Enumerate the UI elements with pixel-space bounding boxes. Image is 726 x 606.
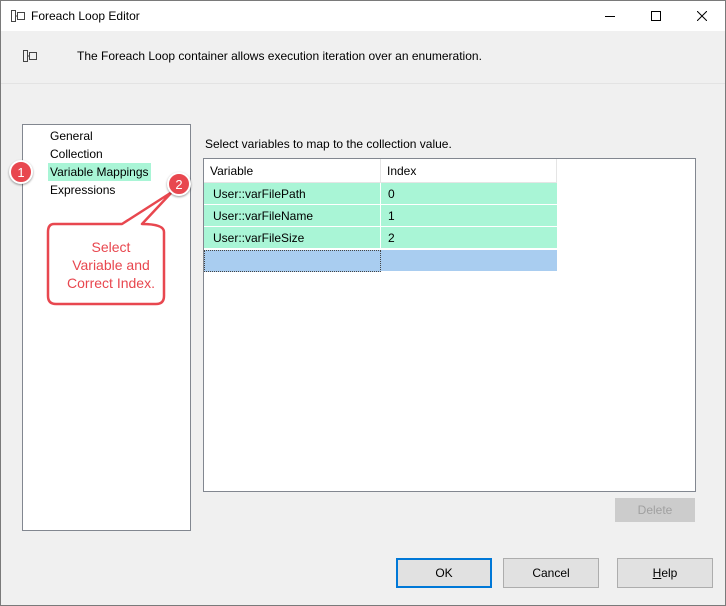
table-row[interactable]: User::varFileSize 2 xyxy=(204,227,557,249)
index-cell[interactable]: 0 xyxy=(381,183,557,205)
variable-cell[interactable]: User::varFileSize xyxy=(204,227,381,249)
maximize-button[interactable] xyxy=(633,1,679,31)
column-header-index[interactable]: Index xyxy=(381,159,557,183)
callout-text: Select Variable and Correct Index. xyxy=(54,238,168,292)
callout-line-2: Variable and xyxy=(72,257,150,273)
column-header-variable[interactable]: Variable xyxy=(204,159,381,183)
maximize-icon xyxy=(651,11,661,21)
minimize-button[interactable] xyxy=(587,1,633,31)
foreach-loop-icon xyxy=(11,10,25,22)
step-badge-2: 2 xyxy=(167,172,191,196)
close-button[interactable] xyxy=(679,1,725,31)
index-cell[interactable]: 2 xyxy=(381,227,557,249)
index-cell[interactable]: 1 xyxy=(381,205,557,227)
nav-item-variable-mappings[interactable]: Variable Mappings xyxy=(48,163,151,181)
help-label: elp xyxy=(661,566,678,580)
nav-item-general[interactable]: General xyxy=(48,127,95,145)
callout-line-1: Select xyxy=(91,239,131,255)
variable-mappings-grid[interactable]: Variable Index User::varFilePath 0 User:… xyxy=(203,158,696,492)
help-mnemonic: H xyxy=(652,566,662,580)
table-row[interactable]: User::varFilePath 0 xyxy=(204,183,557,205)
table-row[interactable]: User::varFileName 1 xyxy=(204,205,557,227)
grid-header: Variable Index xyxy=(204,159,557,183)
help-button[interactable]: Help xyxy=(617,558,713,588)
new-row[interactable] xyxy=(204,250,557,272)
minimize-icon xyxy=(605,16,615,17)
description-area: The Foreach Loop container allows execut… xyxy=(1,31,725,83)
callout-line-3: Correct Index. xyxy=(67,275,155,291)
foreach-loop-icon xyxy=(23,50,37,62)
window-title: Foreach Loop Editor xyxy=(31,9,140,23)
close-icon xyxy=(697,11,707,21)
variable-cell[interactable]: User::varFileName xyxy=(204,205,381,227)
ok-button[interactable]: OK xyxy=(396,558,492,588)
cancel-button[interactable]: Cancel xyxy=(503,558,599,588)
mapping-instruction: Select variables to map to the collectio… xyxy=(205,137,452,151)
variable-cell[interactable]: User::varFilePath xyxy=(204,183,381,205)
divider xyxy=(1,83,725,84)
new-variable-cell[interactable] xyxy=(204,250,381,272)
description-text: The Foreach Loop container allows execut… xyxy=(77,49,482,63)
delete-button[interactable]: Delete xyxy=(615,498,695,522)
nav-item-collection[interactable]: Collection xyxy=(48,145,105,163)
step-badge-1: 1 xyxy=(9,160,33,184)
title-bar: Foreach Loop Editor xyxy=(1,1,725,31)
new-index-cell[interactable] xyxy=(381,250,557,272)
